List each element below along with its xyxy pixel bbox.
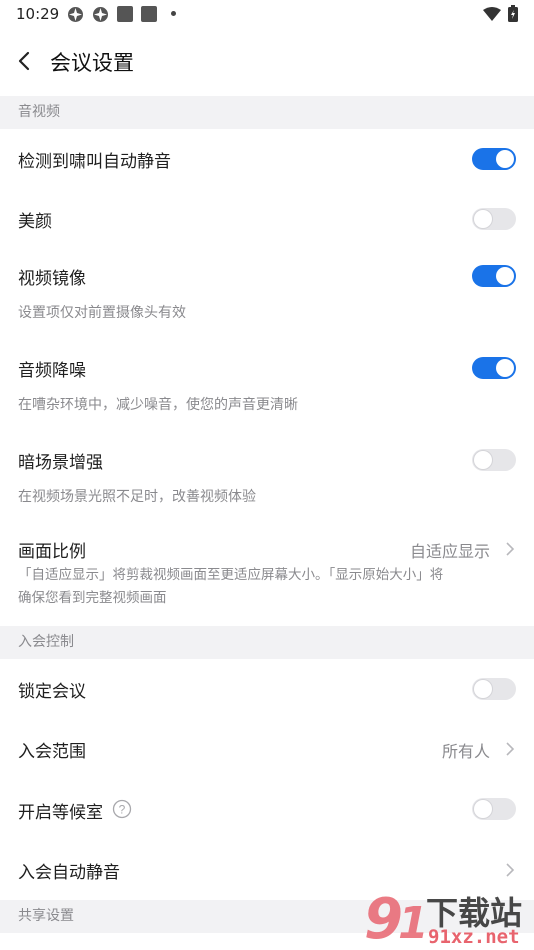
row-description: 在嘈杂环境中，减少噪音，使您的声音更清晰 (18, 397, 298, 413)
app-notification-icon (93, 7, 108, 22)
svg-text:?: ? (119, 803, 126, 817)
back-arrow-icon[interactable] (14, 50, 36, 72)
svg-text:1: 1 (398, 898, 429, 949)
beauty-toggle[interactable] (472, 208, 516, 230)
watermark-domain: 91xz.net (428, 926, 520, 948)
row-description: 「自适应显示」将剪裁视频画面至更适应屏幕大小。「显示原始大小」将 (18, 567, 444, 583)
status-time: 10:29 (16, 5, 60, 23)
howl-mute-toggle[interactable] (472, 148, 516, 170)
waiting-room-toggle[interactable] (472, 798, 516, 820)
toggle-knob (474, 210, 492, 228)
toggle-knob (496, 150, 514, 168)
row-label: 音频降噪 (18, 361, 86, 381)
chevron-right-icon (506, 863, 515, 877)
row-description: 确保您看到完整视频画面 (18, 590, 167, 606)
section-header-audio-video: 音视频 (0, 96, 534, 129)
battery-icon (508, 5, 518, 22)
top-app-bar: 会议设置 (0, 28, 534, 94)
toggle-knob (474, 800, 492, 818)
more-notifications-icon (171, 11, 176, 16)
chevron-right-icon (506, 542, 515, 556)
row-description: 设置项仅对前置摄像头有效 (18, 305, 186, 321)
row-label: 视频镜像 (18, 269, 86, 289)
app-notification-icon (117, 6, 133, 22)
row-label: 入会范围 (18, 742, 86, 762)
row-label: 入会自动静音 (18, 863, 120, 883)
row-label: 暗场景增强 (18, 453, 103, 473)
join-scope-value: 所有人 (441, 742, 490, 761)
wifi-icon (483, 7, 501, 21)
app-notification-icon (141, 6, 157, 22)
toggle-knob (496, 359, 514, 377)
low-light-toggle[interactable] (472, 449, 516, 471)
row-label: 检测到啸叫自动静音 (18, 152, 171, 172)
help-question-icon[interactable]: ? (112, 799, 132, 819)
row-label: 美颜 (18, 212, 52, 232)
mirror-toggle[interactable] (472, 265, 516, 287)
status-bar: 10:29 (0, 0, 534, 28)
aspect-ratio-value: 自适应显示 (409, 542, 490, 561)
section-header-join-control: 入会控制 (0, 626, 534, 659)
chevron-right-icon (506, 742, 515, 756)
row-label: 画面比例 (18, 542, 86, 562)
toggle-knob (474, 451, 492, 469)
row-label: 开启等候室 (18, 803, 103, 823)
page-title: 会议设置 (50, 51, 134, 75)
lock-meeting-toggle[interactable] (472, 678, 516, 700)
toggle-knob (496, 267, 514, 285)
toggle-knob (474, 680, 492, 698)
row-label: 锁定会议 (18, 682, 86, 702)
app-notification-icon (68, 7, 83, 22)
noise-reduction-toggle[interactable] (472, 357, 516, 379)
site-watermark: 9 1 下载站 91xz.net (362, 884, 534, 950)
watermark-logo: 9 1 (364, 887, 429, 950)
row-description: 在视频场景光照不足时，改善视频体验 (18, 489, 256, 505)
